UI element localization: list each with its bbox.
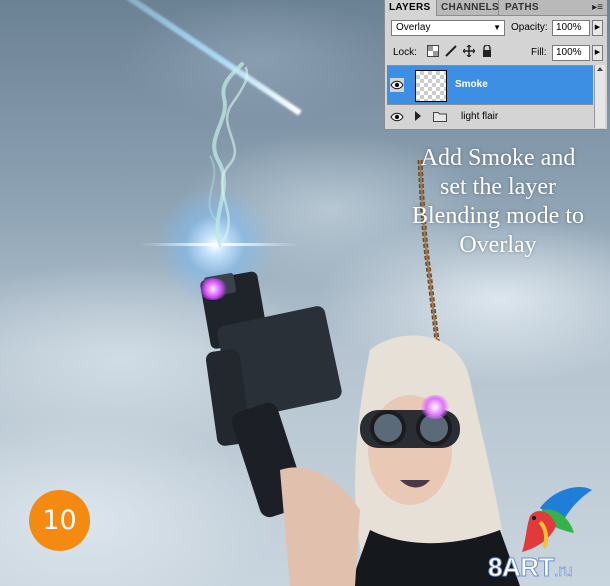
fill-slider-button[interactable]: ▶ [592,45,603,61]
fill-field[interactable]: 100% [552,45,590,61]
watermark-text: 8ART [488,552,555,583]
folder-icon [433,112,447,122]
lock-image-pixels-icon[interactable] [445,45,457,57]
blend-mode-value: Overlay [396,22,431,33]
visibility-eye-icon[interactable] [390,110,404,124]
goggle-glow [420,395,450,419]
blend-mode-select[interactable]: Overlay ▼ [391,20,505,36]
step-number-badge: 10 [29,490,90,551]
layers-panel: LAYERS CHANNELS PATHS ▸≡ Overlay ▼ Opaci… [384,0,607,130]
lock-all-icon[interactable] [481,45,493,57]
fill-label: Fill: [531,47,547,58]
tab-channels[interactable]: CHANNELS [437,0,499,15]
layer-name: light flair [461,111,499,122]
layer-row-light-flair[interactable]: light flair [387,104,593,128]
lock-position-icon[interactable] [463,45,475,57]
expand-triangle-icon[interactable] [415,111,421,121]
layer-row-smoke[interactable]: Smoke [387,65,593,104]
lock-transparent-pixels-icon[interactable] [427,45,439,57]
lock-label: Lock: [393,47,417,58]
layer-name: Smoke [455,79,488,90]
muzzle-glow [198,278,228,300]
tab-layers[interactable]: LAYERS [385,0,437,16]
tab-paths[interactable]: PATHS [501,0,545,15]
panel-menu-icon[interactable]: ▸≡ [592,1,603,14]
layers-scrollbar[interactable] [594,65,605,128]
watermark-suffix: .ru [553,561,573,581]
smoke-wisp [208,62,249,247]
opacity-label: Opacity: [511,22,548,33]
scroll-up-icon[interactable] [597,67,603,71]
caption-line: Add Smoke and [420,145,576,171]
opacity-field[interactable]: 100% [552,20,590,36]
opacity-slider-button[interactable]: ▶ [592,20,603,36]
instruction-caption: Add Smoke and set the layer Blending mod… [388,144,608,260]
caption-line: Blending mode to [412,203,584,229]
panel-tab-bar: LAYERS CHANNELS PATHS ▸≡ [385,0,607,16]
caption-line: set the layer [440,174,556,200]
chevron-down-icon: ▼ [493,23,501,32]
layer-thumbnail [415,70,447,102]
parrot-logo-icon [522,487,592,552]
watermark-logo-text: 8ART.ru [488,552,574,583]
visibility-eye-icon[interactable] [390,78,404,92]
caption-line: Overlay [459,232,537,258]
